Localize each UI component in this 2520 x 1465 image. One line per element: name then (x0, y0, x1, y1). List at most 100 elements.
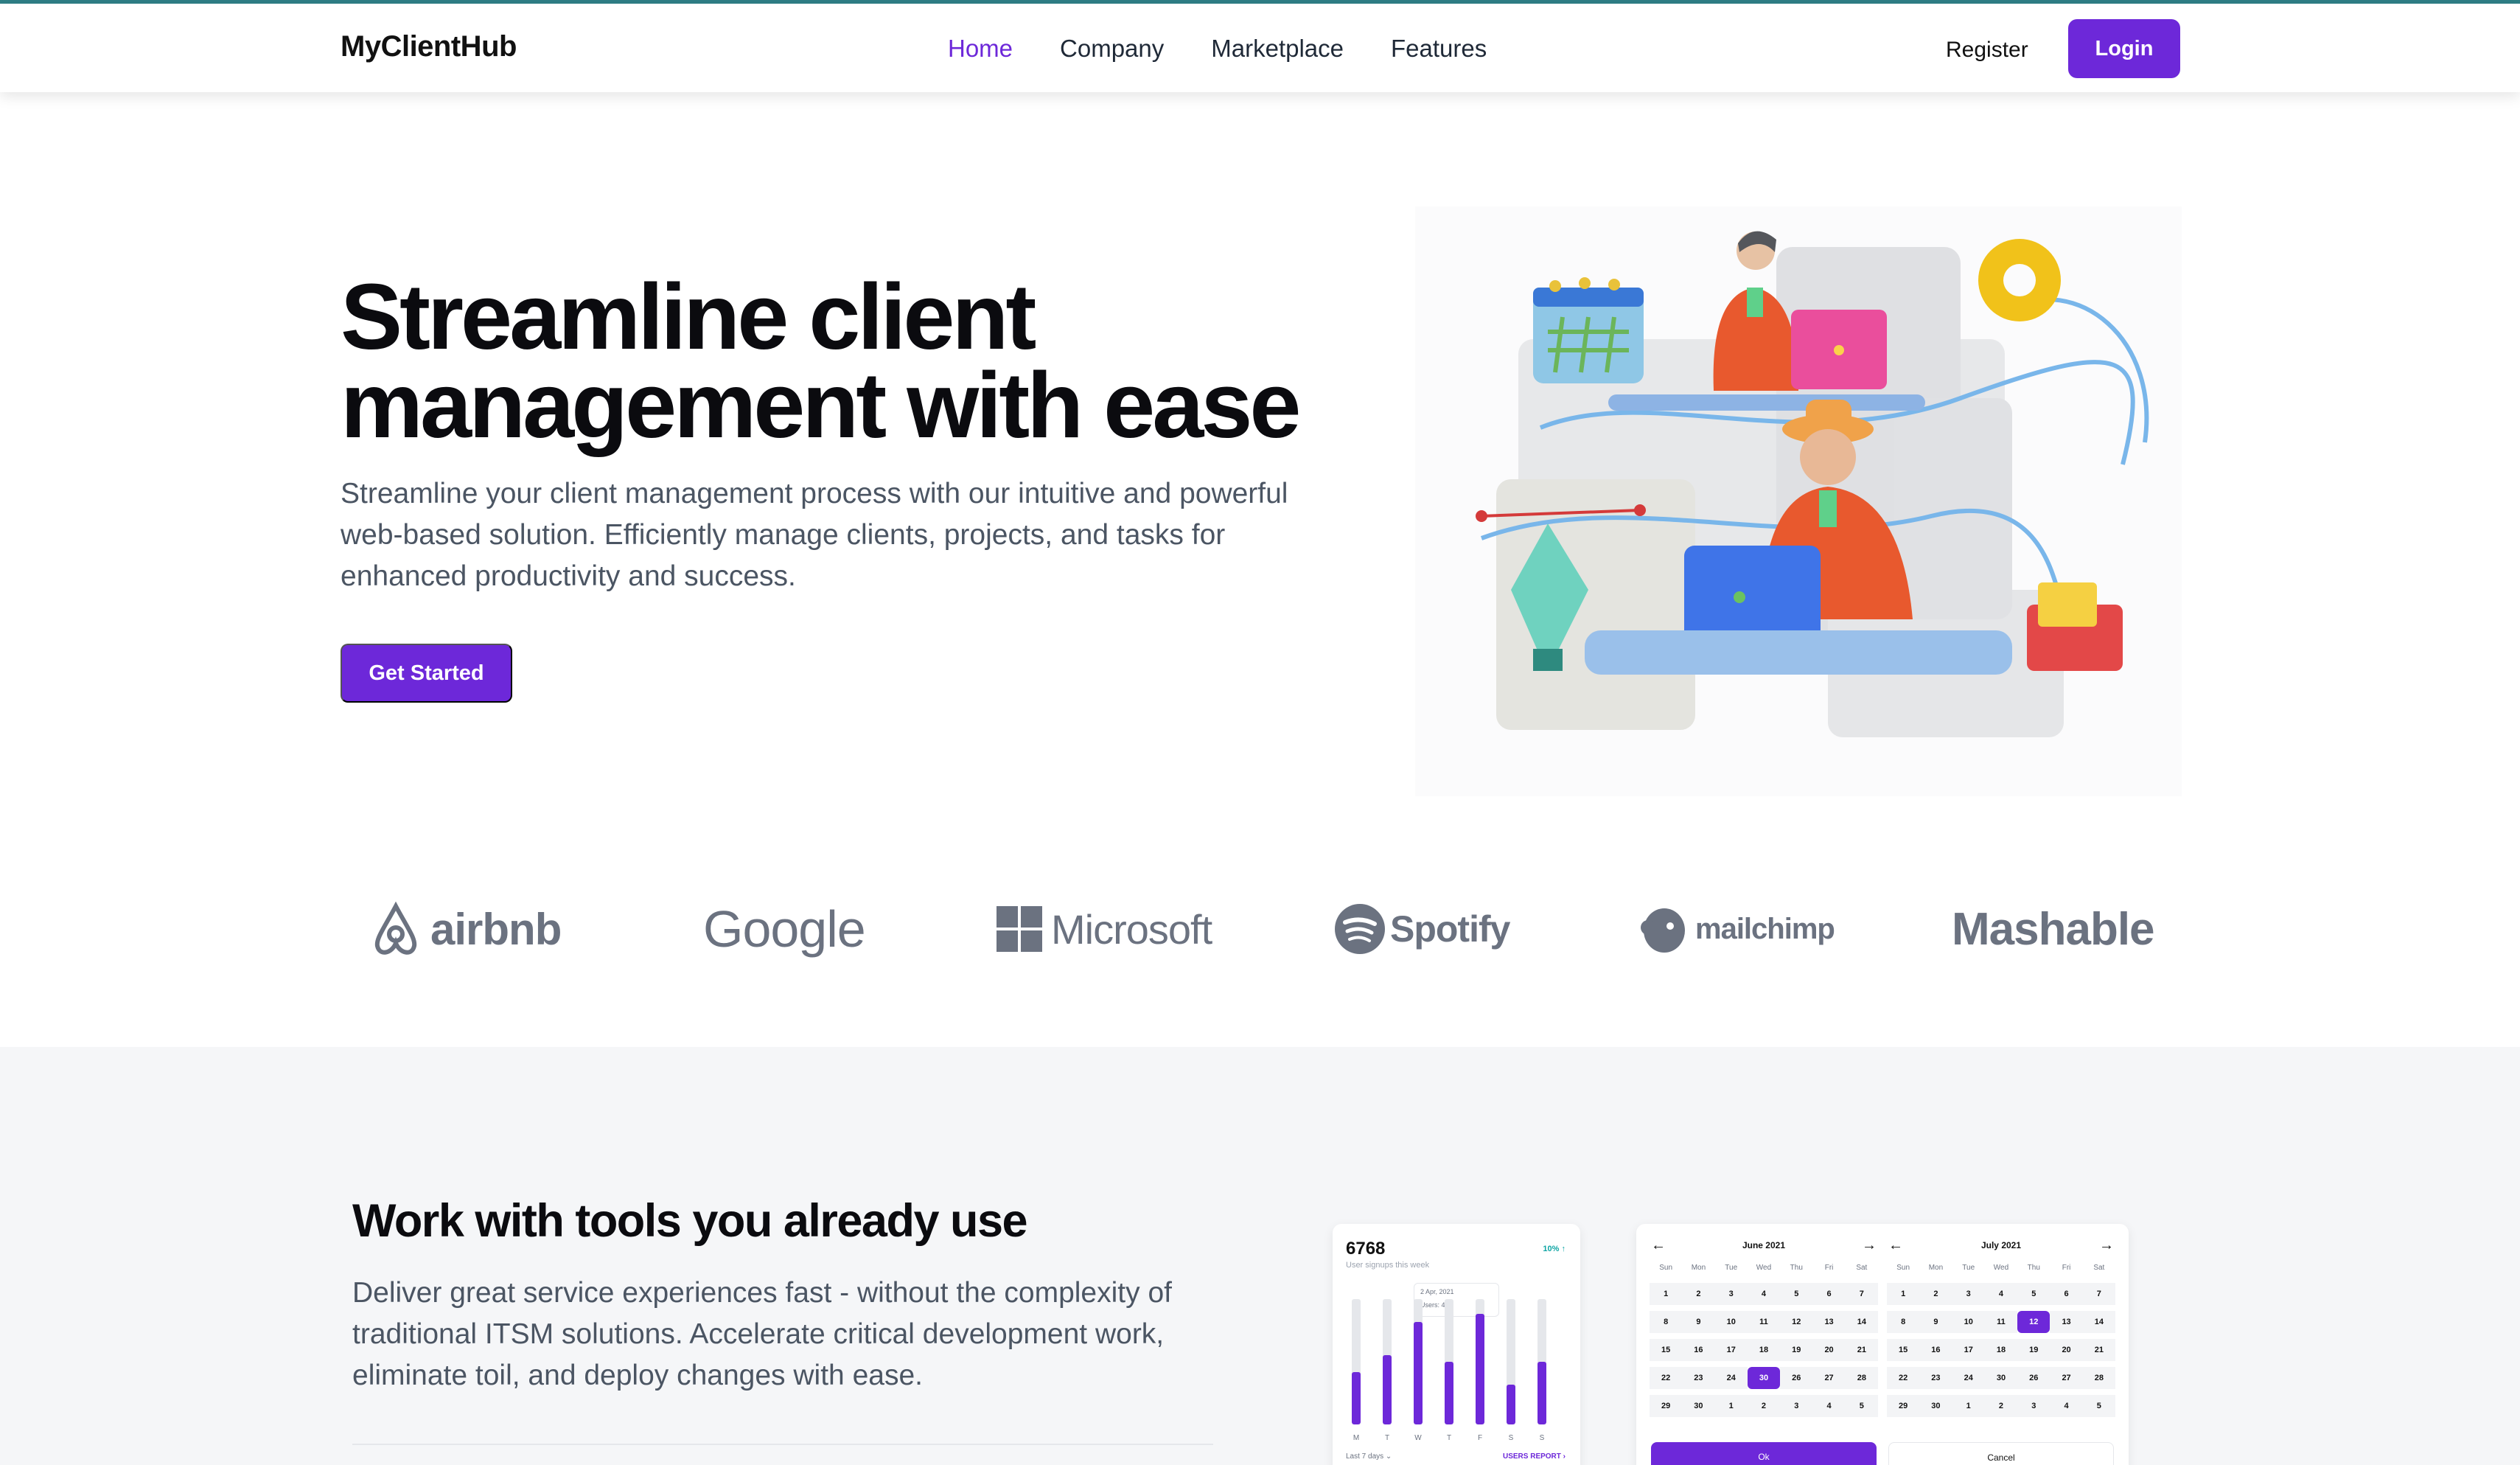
nav-link-company[interactable]: Company (1060, 35, 1164, 63)
calendar-day[interactable]: 30 (1919, 1395, 1952, 1417)
calendar-day[interactable]: 1 (1887, 1283, 1920, 1305)
signups-change-badge: 10% ↑ (1543, 1245, 1566, 1253)
calendar-day[interactable]: 3 (1714, 1283, 1748, 1305)
calendar-day[interactable]: 13 (2050, 1311, 2083, 1333)
partner-logos: airbnb Google Microsoft Spotify mailchim… (341, 885, 2183, 973)
calendar-day[interactable]: 7 (2082, 1283, 2115, 1305)
calendar-day[interactable]: 4 (1747, 1283, 1781, 1305)
calendar-day[interactable]: 2 (1747, 1395, 1781, 1417)
get-started-button[interactable]: Get Started (341, 644, 512, 703)
calendar-day[interactable]: 28 (1845, 1367, 1878, 1389)
calendar-day[interactable]: 10 (1952, 1311, 1985, 1333)
calendar-day[interactable]: 15 (1887, 1339, 1920, 1361)
users-report-link[interactable]: USERS REPORT › (1503, 1452, 1566, 1461)
calendar-day[interactable]: 9 (1682, 1311, 1715, 1333)
ok-button[interactable]: Ok (1651, 1442, 1877, 1465)
calendar-day[interactable]: 21 (2082, 1339, 2115, 1361)
login-button[interactable]: Login (2068, 19, 2180, 78)
calendar-day[interactable]: 2 (1984, 1395, 2018, 1417)
gear-3d-icon (1978, 239, 2061, 321)
weekday-label: Sun (1659, 1264, 1673, 1272)
calendar-day[interactable]: 30 (1747, 1367, 1781, 1389)
calendar-day[interactable]: 3 (1952, 1283, 1985, 1305)
calendar-day[interactable]: 1 (1952, 1395, 1985, 1417)
calendar-day[interactable]: 30 (1984, 1367, 2018, 1389)
calendar-day[interactable]: 29 (1650, 1395, 1683, 1417)
signups-label: User signups this week (1346, 1261, 1430, 1270)
calendar-day[interactable]: 29 (1887, 1395, 1920, 1417)
calendar-day[interactable]: 16 (1919, 1339, 1952, 1361)
bar-day-label: F (1477, 1434, 1483, 1442)
date-range-dropdown[interactable]: Last 7 days ⌄ (1346, 1452, 1392, 1461)
nav-link-features[interactable]: Features (1391, 35, 1487, 63)
calendar-day[interactable]: 28 (2082, 1367, 2115, 1389)
calendar-day[interactable]: 14 (2082, 1311, 2115, 1333)
brand-logo[interactable]: MyClientHub (341, 30, 517, 63)
calendar-day[interactable]: 24 (1952, 1367, 1985, 1389)
calendar-day[interactable]: 3 (2017, 1395, 2050, 1417)
calendar-day[interactable]: 23 (1682, 1367, 1715, 1389)
calendar-day[interactable]: 2 (1919, 1283, 1952, 1305)
calendar-day[interactable]: 10 (1714, 1311, 1748, 1333)
calendar-day[interactable]: 3 (1780, 1395, 1813, 1417)
calendar-day[interactable]: 17 (1952, 1339, 1985, 1361)
calendar-day[interactable]: 20 (2050, 1339, 2083, 1361)
nav-link-marketplace[interactable]: Marketplace (1211, 35, 1344, 63)
calendar-day[interactable]: 2 (1682, 1283, 1715, 1305)
calendar-day[interactable]: 4 (1812, 1395, 1846, 1417)
calendar-day[interactable]: 13 (1812, 1311, 1846, 1333)
calendar-day[interactable]: 23 (1919, 1367, 1952, 1389)
next-month-arrow-icon[interactable]: → (1862, 1237, 1877, 1254)
calendar-day[interactable]: 15 (1650, 1339, 1683, 1361)
next-month-arrow-icon[interactable]: → (2099, 1237, 2114, 1254)
weekday-label: Fri (2062, 1264, 2071, 1272)
register-link[interactable]: Register (1946, 38, 2028, 63)
calendar-day[interactable]: 5 (1845, 1395, 1878, 1417)
calendar-day[interactable]: 6 (1812, 1283, 1846, 1305)
calendar-day[interactable]: 5 (2082, 1395, 2115, 1417)
calendar-day[interactable]: 1 (1714, 1395, 1748, 1417)
calendar-day[interactable]: 22 (1887, 1367, 1920, 1389)
calendar-day[interactable]: 1 (1650, 1283, 1683, 1305)
microsoft-icon (997, 906, 1042, 952)
calendar-day-grid: Sun Mon Tue Wed Thu Fri Sat 1 2 3 4 5 6 7 8 9 10 11 12 13 14… (1887, 1264, 2115, 1417)
calendar-day[interactable]: 24 (1714, 1367, 1748, 1389)
calendar-day[interactable]: 14 (1845, 1311, 1878, 1333)
calendar-day[interactable]: 18 (1984, 1339, 2018, 1361)
calendar-day[interactable]: 19 (1780, 1339, 1813, 1361)
calendar-day[interactable]: 5 (2017, 1283, 2050, 1305)
calendar-day[interactable]: 9 (1919, 1311, 1952, 1333)
section-divider (352, 1444, 1213, 1445)
calendar-day[interactable]: 21 (1845, 1339, 1878, 1361)
calendar-day[interactable]: 8 (1650, 1311, 1683, 1333)
calendar-day[interactable]: 11 (1747, 1311, 1781, 1333)
cancel-button[interactable]: Cancel (1888, 1442, 2114, 1465)
calendar-day[interactable]: 12 (1780, 1311, 1813, 1333)
calendar-day[interactable]: 4 (2050, 1395, 2083, 1417)
calendar-day[interactable]: 8 (1887, 1311, 1920, 1333)
bar-fill (1352, 1372, 1361, 1424)
calendar-day-grid: Sun Mon Tue Wed Thu Fri Sat 1 2 3 4 5 6 7 8 9 10 11 12 13 14… (1650, 1264, 1878, 1417)
calendar-day[interactable]: 11 (1984, 1311, 2018, 1333)
calendar-day[interactable]: 6 (2050, 1283, 2083, 1305)
calendar-day[interactable]: 19 (2017, 1339, 2050, 1361)
calendar-day[interactable]: 30 (1682, 1395, 1715, 1417)
calendar-day[interactable]: 17 (1714, 1339, 1748, 1361)
calendar-day[interactable]: 26 (2017, 1367, 2050, 1389)
bar-track (1476, 1299, 1484, 1424)
calendar-day[interactable]: 26 (1780, 1367, 1813, 1389)
calendar-day[interactable]: 18 (1747, 1339, 1781, 1361)
weekday-label: Wed (1756, 1264, 1772, 1272)
weekday-label: Mon (1691, 1264, 1706, 1272)
calendar-day[interactable]: 27 (2050, 1367, 2083, 1389)
calendar-day[interactable]: 5 (1780, 1283, 1813, 1305)
calendar-day[interactable]: 12 (2017, 1311, 2050, 1333)
calendar-day[interactable]: 16 (1682, 1339, 1715, 1361)
weekday-label: Tue (1962, 1264, 1975, 1272)
calendar-day[interactable]: 7 (1845, 1283, 1878, 1305)
calendar-day[interactable]: 22 (1650, 1367, 1683, 1389)
calendar-day[interactable]: 4 (1984, 1283, 2018, 1305)
calendar-day[interactable]: 20 (1812, 1339, 1846, 1361)
nav-link-home[interactable]: Home (948, 35, 1013, 63)
calendar-day[interactable]: 27 (1812, 1367, 1846, 1389)
